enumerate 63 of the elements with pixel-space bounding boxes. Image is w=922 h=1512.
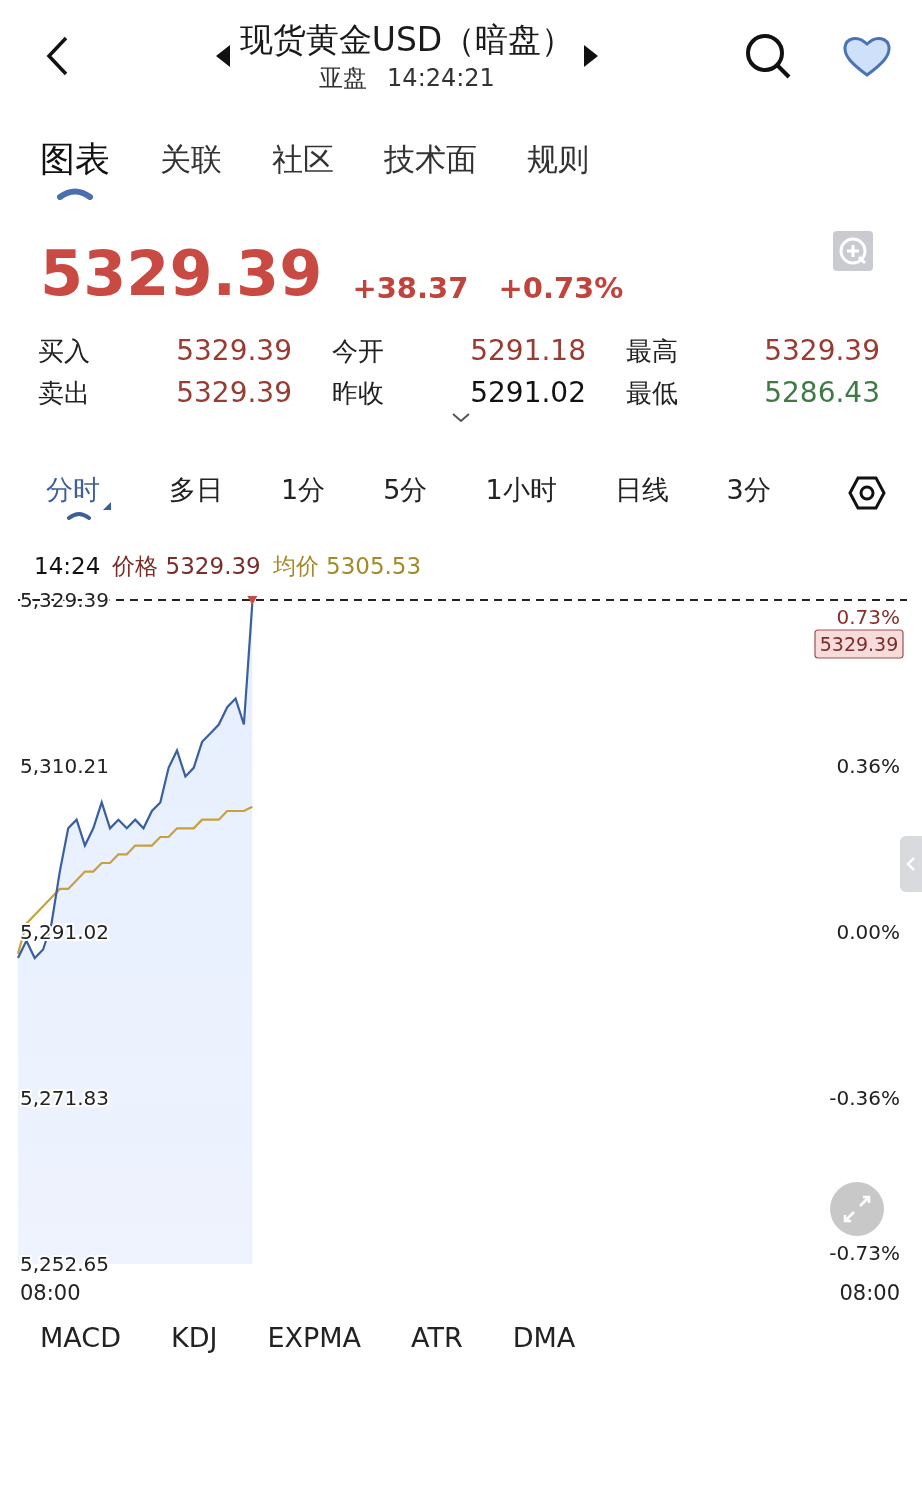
next-icon[interactable] [584, 45, 599, 67]
tab[interactable]: 关联 [160, 136, 222, 200]
heart-icon[interactable] [842, 34, 892, 78]
indicator-tab[interactable]: KDJ [170, 1318, 218, 1358]
previous-icon[interactable] [215, 45, 230, 67]
stat-label: 卖出 [38, 377, 90, 410]
price-tag: 5329.39 [814, 629, 904, 659]
period-tab[interactable]: 分时 [46, 470, 111, 520]
percent-change: +0.73% [498, 270, 624, 307]
period-tab[interactable]: 3分 [726, 470, 771, 510]
stat-label: 最高 [626, 335, 678, 368]
window-title: 现货黄金USD（暗盘） [239, 19, 575, 61]
back-icon[interactable] [44, 35, 70, 77]
stat-value: 5291.02 [470, 375, 586, 411]
tab[interactable]: 规则 [527, 136, 589, 200]
time-label: 08:00 [839, 1281, 900, 1305]
axis-label: 5,310.21 [20, 753, 110, 778]
stat-value: 5291.18 [470, 333, 586, 369]
settings-icon[interactable] [848, 476, 886, 510]
stat-label: 最低 [626, 377, 678, 410]
stat-label: 昨收 [332, 377, 384, 410]
period-tab[interactable]: 5分 [383, 470, 428, 510]
stat-value: 5329.39 [176, 333, 292, 369]
selected-indicator-icon [57, 186, 93, 200]
period-tab[interactable]: 多日 [169, 470, 223, 510]
stat-label: 今开 [332, 335, 384, 368]
period-tab[interactable]: 1分 [281, 470, 326, 510]
legend-value: 均价 5305.53 [272, 552, 422, 581]
stat-value: 5329.39 [176, 375, 292, 411]
tab[interactable]: 技术面 [384, 136, 477, 200]
price-change: +38.37 [352, 270, 469, 307]
axis-label: 5,252.65 [20, 1252, 110, 1276]
axis-label: 5,271.83 [20, 1086, 110, 1111]
crosshair-time: 14:24 [34, 552, 101, 581]
current-price: 5329.39 [40, 236, 323, 312]
selected-indicator-icon [66, 510, 91, 520]
percent-label: 0.00% [836, 920, 900, 944]
percent-label: -0.73% [829, 1241, 900, 1265]
expand-chevron-icon[interactable] [451, 412, 471, 424]
percent-label: 0.73% [836, 605, 900, 629]
chevron-left-icon [906, 856, 916, 872]
stat-label: 买入 [38, 335, 90, 368]
search-icon[interactable] [744, 32, 792, 80]
percent-label: -0.36% [829, 1086, 900, 1111]
indicator-tab[interactable]: ATR [411, 1318, 463, 1358]
indicator-tab[interactable]: MACD [40, 1318, 121, 1358]
period-tab[interactable]: 1小时 [485, 470, 557, 510]
legend-value: 价格 5329.39 [112, 552, 261, 581]
quote-time: 14:24:21 [387, 63, 495, 94]
period-tab[interactable]: 日线 [614, 470, 669, 510]
dropdown-corner-icon [103, 502, 111, 510]
axis-label: 5,329.39 [20, 588, 110, 612]
tab[interactable]: 社区 [272, 136, 334, 200]
stat-value: 5286.43 [764, 375, 880, 411]
latest-point-icon [247, 596, 258, 605]
tab[interactable]: 图表 [40, 136, 110, 200]
session-label: 亚盘 [319, 63, 368, 94]
indicator-tab[interactable]: DMA [512, 1318, 576, 1358]
percent-label: 0.36% [836, 753, 900, 778]
indicator-tab[interactable]: EXPMA [267, 1318, 361, 1358]
time-label: 08:00 [20, 1281, 81, 1305]
stat-value: 5329.39 [764, 333, 880, 369]
side-panel-handle[interactable] [900, 836, 922, 892]
